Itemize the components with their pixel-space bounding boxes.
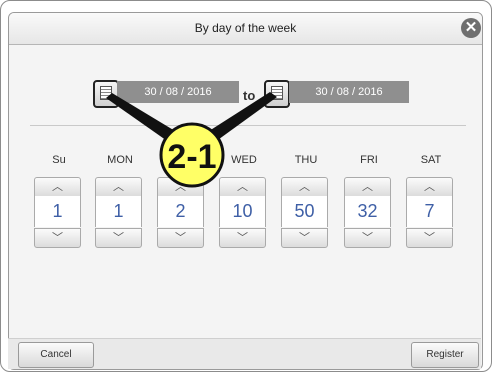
start-date-calendar-button[interactable] [93,80,119,108]
stepper-value[interactable]: 10 [219,196,266,227]
start-date-field[interactable]: 30 / 08 / 2016 [117,81,239,103]
chevron-down-icon: ﹀ [424,232,435,244]
stepper-tue: ︿ 2 ﹀ [157,177,204,248]
chevron-up-icon: ︿ [113,181,124,193]
end-date-calendar-button[interactable] [264,80,290,108]
decrement-button[interactable]: ﹀ [344,228,391,248]
close-icon: ✕ [464,19,478,36]
stepper-value[interactable]: 1 [34,196,81,227]
chevron-down-icon: ﹀ [362,232,373,244]
decrement-button[interactable]: ﹀ [219,228,266,248]
chevron-up-icon: ︿ [237,181,248,193]
stepper-thu: ︿ 50 ﹀ [281,177,328,248]
decrement-button[interactable]: ﹀ [281,228,328,248]
stepper-wed: ︿ 10 ﹀ [219,177,266,248]
increment-button[interactable]: ︿ [344,177,391,197]
chevron-up-icon: ︿ [52,181,63,193]
stepper-value[interactable]: 7 [406,196,453,227]
day-label-tue: TUE [171,154,193,166]
chevron-down-icon: ﹀ [237,232,248,244]
chevron-up-icon: ︿ [424,181,435,193]
cancel-button[interactable]: Cancel [18,342,94,368]
divider [30,125,466,126]
increment-button[interactable]: ︿ [157,177,204,197]
day-label-mon: MON [107,154,133,166]
increment-button[interactable]: ︿ [219,177,266,197]
decrement-button[interactable]: ﹀ [406,228,453,248]
day-label-sat: SAT [420,154,442,166]
chevron-up-icon: ︿ [299,181,310,193]
increment-button[interactable]: ︿ [34,177,81,197]
decrement-button[interactable]: ﹀ [95,228,142,248]
end-date-field[interactable]: 30 / 08 / 2016 [289,81,409,103]
stepper-value[interactable]: 50 [281,196,328,227]
stepper-fri: ︿ 32 ﹀ [344,177,391,248]
day-label-su: Su [52,154,66,166]
stepper-mon: ︿ 1 ﹀ [95,177,142,248]
register-button[interactable]: Register [411,342,479,368]
chevron-up-icon: ︿ [362,181,373,193]
stepper-su: ︿ 1 ﹀ [34,177,81,248]
increment-button[interactable]: ︿ [95,177,142,197]
calendar-icon [100,86,112,100]
date-range-separator: to [243,88,256,103]
chevron-down-icon: ﹀ [113,232,124,244]
chevron-down-icon: ﹀ [52,232,63,244]
dialog-title-bar: By day of the week ✕ [9,13,482,45]
increment-button[interactable]: ︿ [281,177,328,197]
chevron-down-icon: ﹀ [299,232,310,244]
day-label-thu: THU [294,154,318,166]
increment-button[interactable]: ︿ [406,177,453,197]
decrement-button[interactable]: ﹀ [34,228,81,248]
dialog-title: By day of the week [194,21,297,35]
calendar-icon [271,86,283,100]
stepper-value[interactable]: 1 [95,196,142,227]
chevron-up-icon: ︿ [175,181,186,193]
stepper-value[interactable]: 32 [344,196,391,227]
stepper-sat: ︿ 7 ﹀ [406,177,453,248]
close-button[interactable]: ✕ [461,18,481,38]
day-label-wed: WED [231,154,257,166]
day-label-fri: FRI [360,154,378,166]
stepper-value[interactable]: 2 [157,196,204,227]
decrement-button[interactable]: ﹀ [157,228,204,248]
chevron-down-icon: ﹀ [175,232,186,244]
